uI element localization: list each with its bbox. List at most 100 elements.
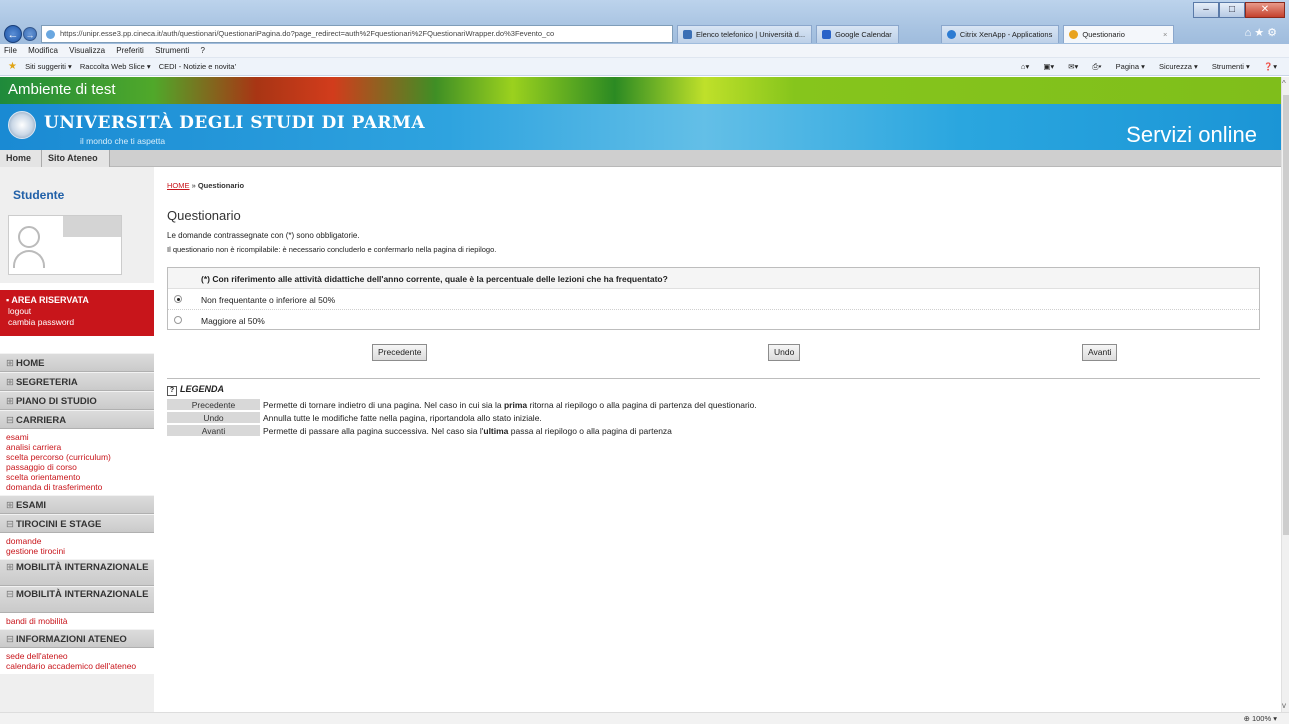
test-environment-bar: Ambiente di test — [0, 77, 1281, 104]
area-riservata: ▪ AREA RISERVATA logout cambia password — [0, 290, 154, 336]
settings-gear-icon[interactable]: ⚙ — [1267, 27, 1280, 39]
menu-preferiti[interactable]: Preferiti — [116, 46, 144, 55]
favorites-star-icon[interactable]: ★ — [1254, 27, 1267, 39]
link-scelta-percorso[interactable]: scelta percorso (curriculum) — [6, 452, 154, 462]
topnav-sito-ateneo[interactable]: Sito Ateneo — [42, 150, 110, 167]
fav-web-slice[interactable]: Raccolta Web Slice ▾ — [80, 62, 151, 71]
topnav-home[interactable]: Home — [0, 150, 42, 167]
precedente-button[interactable]: Precedente — [372, 344, 428, 361]
home-icon[interactable]: ⌂ — [1245, 27, 1255, 39]
sidebar-divider — [0, 336, 154, 353]
link-calendario-accademico[interactable]: calendario accademico dell'ateneo — [6, 661, 154, 671]
menu-pagina[interactable]: Pagina ▾ — [1116, 62, 1145, 71]
forward-button[interactable]: → — [23, 27, 37, 41]
menu-carriera[interactable]: ⊟ CARRIERA — [0, 410, 154, 429]
link-esami[interactable]: esami — [6, 432, 154, 442]
navigation-row: ← → https://unipr.esse3.pp.cineca.it/aut… — [4, 24, 1286, 44]
menu-esami[interactable]: ⊞ ESAMI — [0, 495, 154, 514]
link-sede-ateneo[interactable]: sede dell'ateneo — [6, 651, 154, 661]
link-domanda-trasferimento[interactable]: domanda di trasferimento — [6, 482, 154, 492]
scroll-up-icon[interactable]: ^ — [1282, 79, 1286, 88]
menu-help[interactable]: ? — [201, 46, 205, 55]
link-passaggio-corso[interactable]: passaggio di corso — [6, 462, 154, 472]
menu-informazioni-ateneo[interactable]: ⊟ INFORMAZIONI ATENEO — [0, 629, 154, 648]
tab-elenco[interactable]: Elenco telefonico | Università d... — [677, 25, 813, 43]
breadcrumb-home-link[interactable]: HOME — [167, 181, 190, 190]
legend-title: ? LEGENDA — [167, 384, 224, 396]
help-icon[interactable]: ❓▾ — [1264, 62, 1277, 71]
tab-citrix[interactable]: Citrix XenApp - Applications — [940, 25, 1060, 43]
link-gestione-tirocini[interactable]: gestione tirocini — [6, 546, 154, 556]
menu-segreteria[interactable]: ⊞ SEGRETERIA — [0, 372, 154, 391]
cambia-password-link[interactable]: cambia password — [8, 317, 154, 327]
answer-option[interactable]: Non frequentante o inferiore al 50% — [168, 289, 1259, 310]
home-icon[interactable]: ⌂▾ — [1021, 62, 1029, 71]
minimize-button[interactable]: – — [1193, 2, 1219, 18]
link-analisi-carriera[interactable]: analisi carriera — [6, 442, 154, 452]
status-bar: ⊕ 100% ▾ — [0, 712, 1289, 724]
tab-label: Questionario — [1082, 30, 1125, 39]
calendar-icon — [822, 30, 832, 39]
zoom-level[interactable]: ⊕ 100% ▾ — [1244, 713, 1277, 724]
address-bar[interactable]: https://unipr.esse3.pp.cineca.it/auth/qu… — [41, 25, 673, 43]
browser-titlebar: – □ ✕ ← → https://unipr.esse3.pp.cineca.… — [0, 0, 1289, 44]
ie-icon — [1069, 30, 1079, 39]
close-window-button[interactable]: ✕ — [1245, 2, 1285, 18]
menu-file[interactable]: File — [4, 46, 17, 55]
university-tagline: il mondo che ti aspetta — [80, 136, 166, 146]
logout-link[interactable]: logout — [8, 306, 154, 316]
menu-mobilita-1[interactable]: ⊞ MOBILITÀ INTERNAZIONALE — [0, 559, 154, 586]
tab-label: Google Calendar — [835, 30, 892, 39]
question-box: (*) Con riferimento alle attività didatt… — [167, 267, 1260, 330]
scroll-down-icon[interactable]: v — [1282, 701, 1286, 710]
fav-siti-suggeriti[interactable]: Siti suggeriti ▾ — [25, 62, 72, 71]
tab-google-calendar[interactable]: Google Calendar — [816, 25, 899, 43]
favorites-star-icon[interactable]: ★ — [8, 61, 17, 72]
menu-piano-di-studio[interactable]: ⊞ PIANO DI STUDIO — [0, 391, 154, 410]
tab-questionario[interactable]: Questionario × — [1063, 25, 1175, 43]
menu-carriera-items: esami analisi carriera scelta percorso (… — [0, 429, 154, 495]
page-title: Questionario — [167, 208, 241, 223]
menu-tirocini-items: domande gestione tirocini — [0, 533, 154, 559]
radio-button[interactable] — [174, 316, 182, 324]
menu-visualizza[interactable]: Visualizza — [69, 46, 105, 55]
command-bar: ⌂▾ ▣▾ ✉▾ ⎙▾ Pagina ▾ Sicurezza ▾ Strumen… — [1015, 58, 1283, 76]
print-icon[interactable]: ⎙▾ — [1092, 62, 1101, 71]
user-silhouette-body-icon — [13, 250, 45, 268]
menu-sicurezza[interactable]: Sicurezza ▾ — [1159, 62, 1198, 71]
collapse-icon: ⊟ — [6, 519, 14, 530]
vertical-scrollbar[interactable]: ^ v — [1281, 77, 1289, 712]
menu-modifica[interactable]: Modifica — [28, 46, 58, 55]
menu-tirocini-stage[interactable]: ⊟ TIROCINI E STAGE — [0, 514, 154, 533]
menu-mobilita-2[interactable]: ⊟ MOBILITÀ INTERNAZIONALE — [0, 586, 154, 613]
expand-icon: ⊞ — [6, 396, 14, 407]
mail-icon[interactable]: ✉▾ — [1068, 62, 1078, 71]
feeds-icon[interactable]: ▣▾ — [1043, 62, 1054, 71]
browser-tools-icons: ⌂★⚙ — [1245, 26, 1280, 39]
favorites-bar: ★ Siti suggeriti ▾ Raccolta Web Slice ▾ … — [0, 58, 1289, 76]
menu-strumenti[interactable]: Strumenti — [155, 46, 189, 55]
breadcrumb-separator: » — [189, 181, 198, 190]
undo-button[interactable]: Undo — [768, 344, 801, 361]
citrix-icon — [946, 30, 956, 39]
fav-cedi[interactable]: CEDI - Notizie e novita' — [159, 62, 236, 71]
expand-icon: ⊞ — [6, 562, 14, 573]
scrollbar-thumb[interactable] — [1283, 95, 1289, 535]
sidebar-divider — [0, 283, 154, 290]
answer-label: Maggiore al 50% — [201, 316, 265, 326]
area-riservata-title: ▪ AREA RISERVATA — [6, 295, 89, 305]
servizi-online-title: Servizi online — [1126, 122, 1257, 147]
avanti-button[interactable]: Avanti — [1082, 344, 1118, 361]
menu-home[interactable]: ⊞ HOME — [0, 353, 154, 372]
link-scelta-orientamento[interactable]: scelta orientamento — [6, 472, 154, 482]
answer-option[interactable]: Maggiore al 50% — [168, 310, 1259, 331]
radio-button-selected[interactable] — [174, 295, 182, 303]
menu-strumenti-cmd[interactable]: Strumenti ▾ — [1212, 62, 1250, 71]
link-domande[interactable]: domande — [6, 536, 154, 546]
link-bandi-mobilita[interactable]: bandi di mobilità — [6, 616, 154, 626]
menu-ateneo-items: sede dell'ateneo calendario accademico d… — [0, 648, 154, 674]
breadcrumb: HOME » Questionario — [167, 181, 244, 190]
close-tab-icon[interactable]: × — [1163, 30, 1167, 39]
back-button[interactable]: ← — [4, 25, 22, 43]
maximize-button[interactable]: □ — [1219, 2, 1245, 18]
